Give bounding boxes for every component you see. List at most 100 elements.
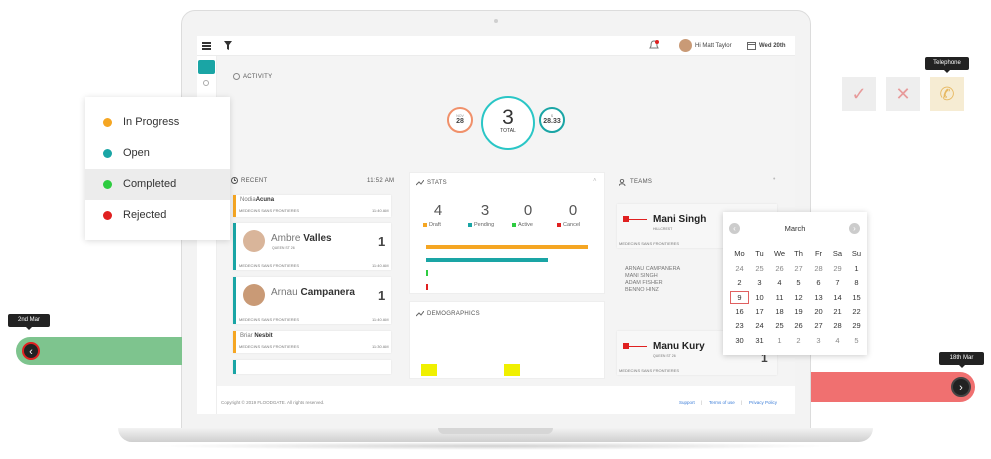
recent-card-org: MEDECINS SANS FRONTIERES — [239, 344, 300, 349]
calendar-day[interactable]: 23 — [730, 321, 749, 330]
calendar-day[interactable]: 1 — [847, 264, 866, 273]
recent-card[interactable]: Briar Nesbit MEDECINS SANS FRONTIERES 11… — [233, 331, 391, 353]
calendar-day[interactable]: 4 — [828, 336, 847, 345]
calendar-day-selected[interactable]: 9 — [730, 290, 749, 304]
calendar-day[interactable]: 26 — [770, 264, 789, 273]
calendar-day[interactable]: 2 — [730, 278, 749, 287]
recent-card-time: 11:30 AM — [372, 344, 389, 349]
calendar-day[interactable]: 25 — [770, 321, 789, 330]
calendar-day[interactable]: 24 — [730, 264, 749, 273]
weekday-header: Mo — [734, 249, 745, 258]
calendar-day[interactable]: 25 — [750, 264, 769, 273]
support-link[interactable]: Support — [679, 400, 695, 405]
approve-button[interactable]: ✓ — [842, 77, 876, 111]
legend-item-in-progress[interactable]: In Progress — [85, 107, 230, 138]
stat-active-label: Active — [512, 222, 533, 228]
activity-total-label: TOTAL — [500, 128, 516, 134]
calendar-day[interactable]: 6 — [809, 278, 828, 287]
terms-link[interactable]: Terms of use — [709, 400, 735, 405]
calendar-day[interactable]: 5 — [847, 336, 866, 345]
timeline-prev-button[interactable]: ‹ — [22, 342, 40, 360]
calendar-day[interactable]: 11 — [770, 293, 789, 302]
timeline-next-button[interactable]: › — [951, 377, 971, 397]
recent-card[interactable]: Ambre Valles QUEEN ST 26 1 MEDECINS SANS… — [233, 223, 391, 270]
avatar — [243, 230, 265, 252]
calendar-day[interactable]: 3 — [750, 278, 769, 287]
calendar-day[interactable]: 15 — [847, 293, 866, 302]
teams-title: TEAMS — [630, 179, 653, 185]
calendar-day[interactable]: 24 — [750, 321, 769, 330]
recent-card[interactable]: NodiaAcuna MEDECINS SANS FRONTIERES 11:4… — [233, 195, 391, 217]
laptop-camera — [494, 19, 498, 23]
calendar-day[interactable]: 12 — [789, 293, 808, 302]
calendar-day[interactable]: 29 — [847, 321, 866, 330]
calendar-day[interactable]: 27 — [789, 264, 808, 273]
recent-time: 11:52 AM — [367, 178, 395, 184]
stat-cancel-value: 0 — [568, 202, 578, 219]
weekday-header: Sa — [832, 249, 843, 258]
calendar-day[interactable]: 4 — [770, 278, 789, 287]
user-greeting[interactable]: Hi Matt Taylor — [695, 43, 732, 49]
activity-date-value: 28 — [456, 118, 464, 125]
legend-item-completed[interactable]: Completed — [85, 169, 230, 200]
recent-card-count: 1 — [378, 288, 386, 303]
calendar-day[interactable]: 26 — [789, 321, 808, 330]
calendar-day[interactable]: 18 — [770, 307, 789, 316]
chevron-up-icon[interactable]: ˄ — [593, 178, 597, 184]
calendar-day[interactable]: 3 — [809, 336, 828, 345]
trend-icon — [416, 311, 424, 317]
avatar — [243, 284, 265, 306]
recent-card-name: NodiaAcuna — [240, 197, 275, 203]
calendar-day[interactable]: 1 — [770, 336, 789, 345]
calendar-day[interactable]: 27 — [809, 321, 828, 330]
stat-active-bar — [426, 270, 428, 276]
calendar-day[interactable]: 30 — [730, 336, 749, 345]
calendar-day[interactable]: 29 — [828, 264, 847, 273]
legend-item-rejected[interactable]: Rejected — [85, 200, 230, 231]
gear-icon[interactable] — [203, 80, 209, 86]
calendar-day[interactable]: 17 — [750, 307, 769, 316]
hamburger-menu-icon[interactable] — [202, 41, 211, 50]
privacy-link[interactable]: Privacy Policy — [749, 400, 777, 405]
bell-icon[interactable] — [649, 40, 659, 51]
calendar-day[interactable]: 20 — [809, 307, 828, 316]
team-members: ARNAU CAMPANERA MANI SINGH ADAM FISHER B… — [625, 266, 681, 293]
calendar-day[interactable]: 13 — [809, 293, 828, 302]
calendar-day[interactable]: 16 — [730, 307, 749, 316]
start-date-tooltip: 2nd Mar — [8, 314, 50, 330]
sidebar-item-dashboard[interactable] — [198, 60, 215, 74]
activity-date-circle: NOV 28 — [447, 107, 473, 133]
calendar-day[interactable]: 8 — [847, 278, 866, 287]
calendar-day[interactable]: 28 — [828, 321, 847, 330]
recent-card-time: 11:40 AM — [372, 317, 389, 322]
calendar-day[interactable]: 7 — [828, 278, 847, 287]
calendar-day[interactable]: 31 — [750, 336, 769, 345]
stat-pending-label: Pending — [468, 222, 494, 228]
calendar-day[interactable]: 19 — [789, 307, 808, 316]
activity-total-circle: 3 TOTAL — [481, 96, 535, 150]
calendar-day[interactable]: 2 — [789, 336, 808, 345]
more-icon[interactable]: • — [773, 176, 775, 183]
recent-card-address: QUEEN ST 26 — [272, 246, 295, 250]
weekday-header: Tu — [755, 249, 764, 258]
calendar-day[interactable]: 14 — [828, 293, 847, 302]
filter-icon[interactable] — [224, 41, 232, 50]
legend-item-open[interactable]: Open — [85, 138, 230, 169]
next-month-button[interactable]: › — [849, 223, 860, 234]
recent-card[interactable]: Arnau Campanera 1 MEDECINS SANS FRONTIER… — [233, 277, 391, 324]
avatar[interactable] — [679, 39, 692, 52]
calendar-day[interactable]: 22 — [847, 307, 866, 316]
footer: Copyright © 2019 FLOODGATE. All rights r… — [217, 386, 795, 414]
activity-title: ACTIVITY — [243, 74, 273, 80]
calendar-day[interactable]: 5 — [789, 278, 808, 287]
calendar-day[interactable]: 21 — [828, 307, 847, 316]
clock-icon — [231, 177, 238, 184]
recent-card[interactable] — [233, 360, 391, 374]
reject-button[interactable]: ✕ — [886, 77, 920, 111]
weekday-header: Su — [851, 249, 862, 258]
telephone-button[interactable]: ✆ — [930, 77, 964, 111]
calendar-day[interactable]: 28 — [809, 264, 828, 273]
stat-draft-value: 4 — [433, 202, 443, 219]
calendar-day[interactable]: 10 — [750, 293, 769, 302]
weekday-header: Th — [794, 249, 803, 258]
